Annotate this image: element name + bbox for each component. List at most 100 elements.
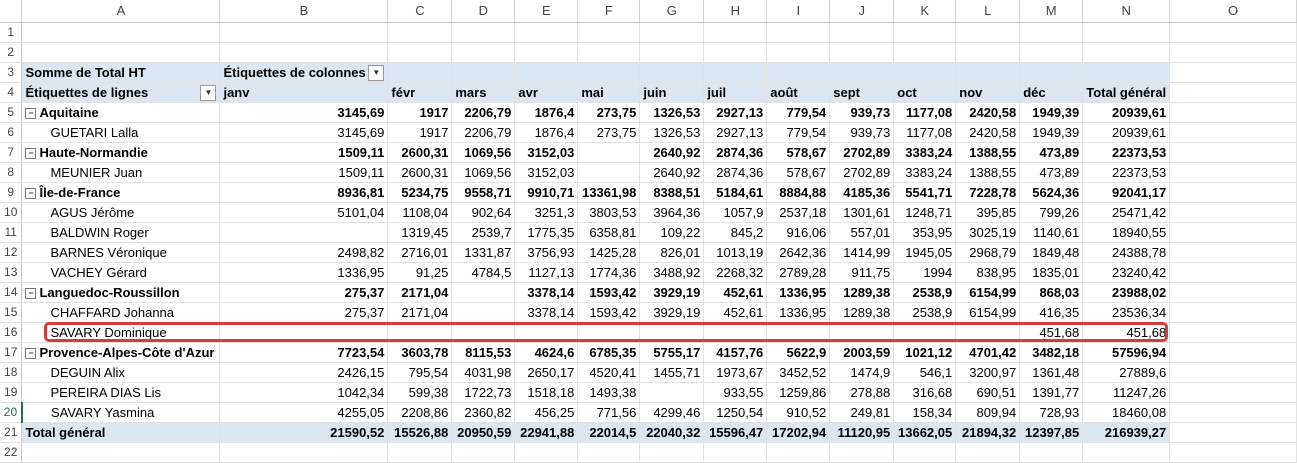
pivot-value-cell[interactable]: 3025,19: [955, 222, 1021, 243]
pivot-value-cell[interactable]: 21894,32: [955, 421, 1021, 443]
pivot-value-cell[interactable]: 2498,82: [219, 242, 389, 263]
pivot-value-cell[interactable]: 18460,08: [1082, 402, 1171, 423]
pivot-value-cell[interactable]: 4185,36: [829, 181, 895, 203]
pivot-value-cell[interactable]: 4255,05: [219, 402, 389, 423]
pivot-value-cell[interactable]: 24388,78: [1082, 242, 1171, 263]
cell[interactable]: [514, 42, 579, 63]
pivot-value-cell[interactable]: 3964,36: [639, 202, 705, 223]
pivot-value-cell[interactable]: 1917: [387, 122, 453, 143]
pivot-value-cell[interactable]: 1336,95: [766, 281, 831, 303]
pivot-value-cell[interactable]: 273,75: [577, 122, 641, 143]
pivot-value-cell[interactable]: [577, 162, 641, 183]
pivot-value-cell[interactable]: 5101,04: [219, 202, 389, 223]
pivot-month-header[interactable]: avr: [514, 82, 579, 103]
pivot-group-label[interactable]: − Provence-Alpes-Côte d'Azur: [21, 341, 221, 363]
pivot-value-cell[interactable]: 1414,99: [829, 242, 895, 263]
row-header[interactable]: 11: [0, 222, 23, 243]
pivot-value-cell[interactable]: 22014,5: [577, 421, 641, 443]
pivot-header-cell[interactable]: [955, 62, 1021, 83]
pivot-value-cell[interactable]: 1388,55: [955, 162, 1021, 183]
pivot-header-cell[interactable]: [514, 62, 579, 83]
cell[interactable]: [1169, 22, 1297, 43]
cell[interactable]: [514, 442, 579, 463]
row-header[interactable]: 13: [0, 262, 23, 283]
pivot-value-cell[interactable]: 1140,61: [1019, 222, 1084, 243]
cell[interactable]: [1169, 222, 1297, 243]
cell[interactable]: [893, 442, 957, 463]
pivot-item-label[interactable]: SAVARY Dominique: [21, 322, 221, 343]
pivot-value-cell[interactable]: 3145,69: [219, 122, 389, 143]
pivot-value-cell[interactable]: 473,89: [1019, 162, 1084, 183]
pivot-value-cell[interactable]: 249,81: [829, 402, 895, 423]
pivot-value-cell[interactable]: 916,06: [766, 222, 831, 243]
pivot-value-cell[interactable]: 2206,79: [451, 122, 516, 143]
filter-dropdown-icon[interactable]: ▼: [200, 84, 217, 101]
pivot-value-cell[interactable]: 546,1: [893, 362, 957, 383]
cell[interactable]: [893, 22, 957, 43]
pivot-value-cell[interactable]: [766, 322, 831, 343]
pivot-value-cell[interactable]: [703, 322, 768, 343]
pivot-value-cell[interactable]: 1949,39: [1019, 101, 1084, 123]
pivot-value-cell[interactable]: [829, 322, 895, 343]
cell[interactable]: [1169, 242, 1297, 263]
pivot-value-field[interactable]: Somme de Total HT: [21, 62, 221, 83]
pivot-value-cell[interactable]: 1289,38: [829, 302, 895, 323]
pivot-item-label[interactable]: GUETARI Lalla: [21, 122, 221, 143]
pivot-value-cell[interactable]: 809,94: [955, 402, 1021, 423]
cell[interactable]: [1169, 62, 1297, 83]
pivot-value-cell[interactable]: 3488,92: [639, 262, 705, 283]
pivot-value-cell[interactable]: 5622,9: [766, 341, 831, 363]
pivot-value-cell[interactable]: 1331,87: [451, 242, 516, 263]
pivot-value-cell[interactable]: 2650,17: [514, 362, 579, 383]
pivot-value-cell[interactable]: 13361,98: [577, 181, 641, 203]
row-header[interactable]: 12: [0, 242, 23, 263]
pivot-value-cell[interactable]: 1425,28: [577, 242, 641, 263]
pivot-value-cell[interactable]: 1336,95: [766, 302, 831, 323]
pivot-value-cell[interactable]: 4701,42: [955, 341, 1021, 363]
pivot-value-cell[interactable]: 8936,81: [219, 181, 389, 203]
pivot-value-cell[interactable]: 2420,58: [955, 122, 1021, 143]
row-header[interactable]: 5: [0, 102, 23, 123]
pivot-value-cell[interactable]: 2874,36: [703, 141, 768, 163]
row-header[interactable]: 19: [0, 382, 23, 403]
pivot-value-cell[interactable]: 1945,05: [893, 242, 957, 263]
pivot-value-cell[interactable]: 275,37: [219, 281, 389, 303]
pivot-value-cell[interactable]: 4299,46: [639, 402, 705, 423]
collapse-icon[interactable]: −: [25, 347, 37, 359]
pivot-item-label[interactable]: PEREIRA DIAS Lis: [21, 382, 221, 403]
pivot-value-cell[interactable]: 2874,36: [703, 162, 768, 183]
pivot-value-cell[interactable]: [451, 302, 516, 323]
pivot-value-cell[interactable]: 2538,9: [893, 302, 957, 323]
pivot-value-cell[interactable]: [639, 322, 705, 343]
cell[interactable]: [1169, 202, 1297, 223]
pivot-value-cell[interactable]: 599,38: [387, 382, 453, 403]
pivot-value-cell[interactable]: [577, 322, 641, 343]
pivot-value-cell[interactable]: 1518,18: [514, 382, 579, 403]
pivot-value-cell[interactable]: 933,55: [703, 382, 768, 403]
cell[interactable]: [766, 442, 831, 463]
pivot-item-label[interactable]: MEUNIER Juan: [21, 162, 221, 183]
pivot-month-header[interactable]: juil: [703, 82, 768, 103]
pivot-value-cell[interactable]: 2927,13: [703, 101, 768, 123]
pivot-value-cell[interactable]: 6785,35: [577, 341, 641, 363]
cell[interactable]: [1169, 402, 1297, 423]
pivot-value-cell[interactable]: 22941,88: [514, 421, 579, 443]
pivot-value-cell[interactable]: 8884,88: [766, 181, 831, 203]
column-header-b[interactable]: B: [219, 0, 389, 23]
pivot-value-cell[interactable]: 771,56: [577, 402, 641, 423]
pivot-value-cell[interactable]: 2716,01: [387, 242, 453, 263]
pivot-value-cell[interactable]: [577, 141, 641, 163]
pivot-value-cell[interactable]: 18940,55: [1082, 222, 1171, 243]
cell[interactable]: [451, 442, 516, 463]
cell[interactable]: [1169, 282, 1297, 303]
pivot-value-cell[interactable]: 2640,92: [639, 162, 705, 183]
column-header-c[interactable]: C: [387, 0, 453, 23]
pivot-value-cell[interactable]: 4157,76: [703, 341, 768, 363]
pivot-value-cell[interactable]: 1069,56: [451, 141, 516, 163]
pivot-value-cell[interactable]: 1259,86: [766, 382, 831, 403]
cell[interactable]: [1082, 22, 1171, 43]
pivot-value-cell[interactable]: 5234,75: [387, 181, 453, 203]
cell[interactable]: [451, 42, 516, 63]
pivot-header-cell[interactable]: [639, 62, 705, 83]
column-header-j[interactable]: J: [829, 0, 895, 23]
